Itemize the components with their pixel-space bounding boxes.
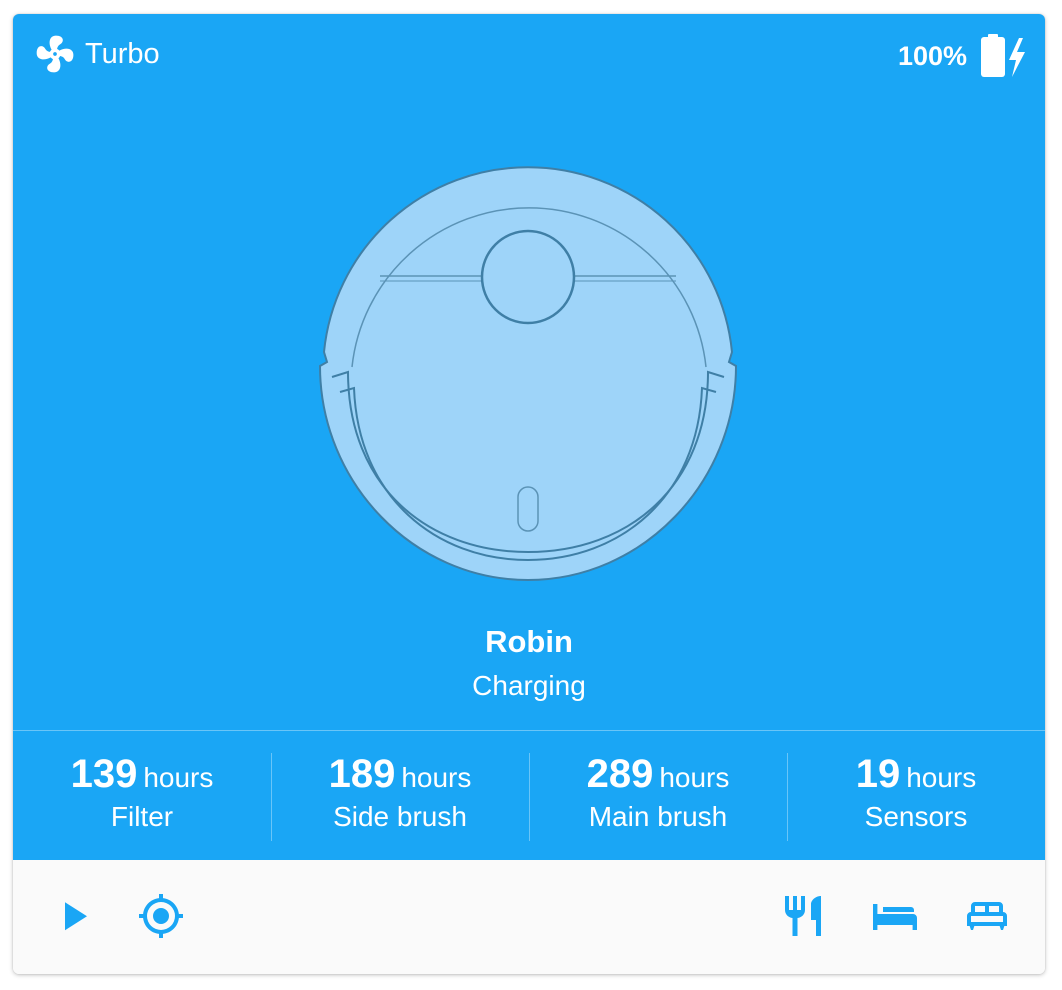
stat-unit: hours: [659, 762, 730, 793]
fan-mode-selector[interactable]: Turbo: [33, 34, 160, 74]
stat-label: Sensors: [864, 801, 968, 832]
action-toolbar: [13, 860, 1045, 974]
battery-charging-icon: [981, 34, 1025, 77]
room-bedroom-button[interactable]: [865, 886, 925, 946]
battery-status: 100%: [897, 34, 1027, 77]
robot-vacuum-image: [318, 166, 738, 582]
bed-single-icon: [873, 904, 917, 930]
play-icon: [65, 902, 87, 931]
stat-unit: hours: [906, 762, 977, 793]
stat-label: Side brush: [333, 801, 467, 832]
fan-mode-label: Turbo: [85, 37, 160, 70]
start-button[interactable]: [43, 886, 103, 946]
vacuum-name: Robin: [485, 624, 573, 659]
stat-label: Main brush: [588, 801, 728, 832]
vacuum-status: Charging: [472, 670, 586, 701]
stat-label: Filter: [110, 801, 174, 832]
stat-value: 189: [328, 752, 396, 796]
silverware-icon: [785, 896, 821, 936]
stat-sensors: 19 hours Sensors: [787, 731, 1045, 861]
stat-unit: hours: [143, 762, 214, 793]
bed-double-icon: [967, 902, 1007, 930]
stat-value: 139: [70, 752, 138, 796]
room-kitchen-button[interactable]: [773, 886, 833, 946]
stat-filter: 139 hours Filter: [13, 731, 271, 861]
battery-level: 100%: [897, 40, 967, 71]
room-master-bedroom-button[interactable]: [957, 886, 1017, 946]
locate-button[interactable]: [131, 886, 191, 946]
vacuum-hero: Turbo 100% Robin Charging 139 hours Filt…: [13, 14, 1045, 860]
stat-unit: hours: [401, 762, 472, 793]
stat-value: 289: [586, 752, 654, 796]
consumables-stats: 139 hours Filter 189 hours Side brush 289 h…: [13, 730, 1045, 861]
stat-side-brush: 189 hours Side brush: [271, 731, 529, 861]
fan-icon: [36, 35, 74, 73]
vacuum-card: Turbo 100% Robin Charging 139 hours Filt…: [13, 14, 1045, 974]
locate-icon: [139, 894, 183, 938]
stat-value: 19: [855, 752, 901, 796]
stat-main-brush: 289 hours Main brush: [529, 731, 787, 861]
